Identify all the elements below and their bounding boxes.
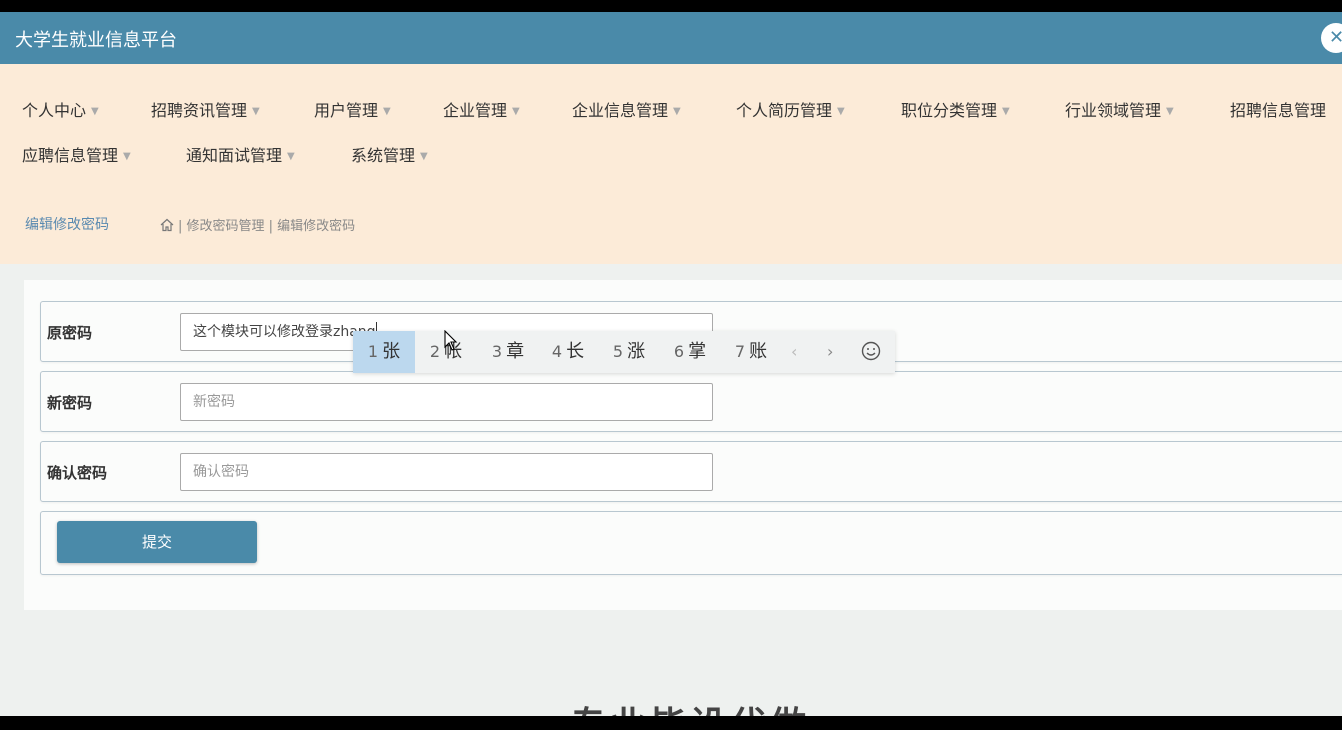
app-title: 大学生就业信息平台	[15, 30, 177, 51]
caret-down-icon: ▼	[91, 106, 99, 117]
ime-candidate-number: 4	[551, 342, 563, 361]
menu-label: 用户管理	[314, 101, 379, 120]
menu-item-job-category[interactable]: 职位分类管理 ▼	[901, 97, 1010, 121]
ime-candidate-number: 3	[491, 342, 503, 361]
caret-down-icon: ▼	[512, 106, 520, 117]
old-password-value: 这个模块可以修改登录zhang	[193, 324, 376, 340]
menu-label: 企业信息管理	[572, 101, 669, 120]
caret-down-icon: ▼	[287, 151, 295, 162]
caret-down-icon: ▼	[123, 151, 131, 162]
menu-item-application[interactable]: 应聘信息管理 ▼	[22, 142, 131, 166]
ime-next-button[interactable]: ›	[827, 331, 833, 373]
submit-row: 提交	[40, 511, 1342, 575]
menu-label: 系统管理	[351, 146, 416, 165]
caret-down-icon: ▼	[837, 106, 845, 117]
screen-top-border	[0, 0, 1342, 12]
home-icon[interactable]	[160, 218, 174, 236]
menu-item-personal-center[interactable]: 个人中心 ▼	[22, 97, 99, 121]
screen-bottom-border	[0, 716, 1342, 730]
menu-label: 招聘资讯管理	[151, 101, 248, 120]
menu-label: 个人简历管理	[736, 101, 833, 120]
menu-item-enterprise[interactable]: 企业管理 ▼	[443, 97, 520, 121]
confirm-password-label: 确认密码	[47, 464, 108, 482]
menu-item-industry[interactable]: 行业领域管理 ▼	[1065, 97, 1174, 121]
menu-item-users[interactable]: 用户管理 ▼	[314, 97, 391, 121]
ime-candidate-number: 1	[367, 342, 379, 361]
menu-item-recruit-news[interactable]: 招聘资讯管理 ▼	[151, 97, 260, 121]
new-password-input[interactable]: 新密码	[180, 383, 713, 421]
menu-item-recruit-info[interactable]: 招聘信息管理	[1230, 97, 1326, 121]
new-password-label: 新密码	[47, 394, 93, 412]
submit-button[interactable]: 提交	[57, 521, 257, 563]
ime-candidate-char: 章	[506, 341, 525, 362]
ime-candidate-char: 掌	[688, 341, 707, 362]
ime-candidate[interactable]: 1张	[353, 331, 415, 373]
menu-item-interview[interactable]: 通知面试管理 ▼	[186, 142, 295, 166]
ime-prev-button[interactable]: ‹	[791, 331, 797, 373]
caret-down-icon: ▼	[1002, 106, 1010, 117]
old-password-label: 原密码	[47, 324, 93, 342]
ime-candidate-number: 6	[673, 342, 685, 361]
ime-candidate-number: 2	[429, 342, 441, 361]
menu-label: 行业领域管理	[1065, 101, 1162, 120]
ime-candidate-bar: 1张 2帐 3章 4长 5涨 6掌 7账 ‹ ›	[353, 331, 895, 373]
menu-label: 个人中心	[22, 101, 87, 120]
smiley-icon[interactable]	[860, 340, 882, 366]
app-header: 大学生就业信息平台 ✕	[0, 12, 1342, 64]
ime-candidate-char: 涨	[627, 341, 646, 362]
breadcrumb-path[interactable]: | 修改密码管理 | 编辑修改密码	[178, 219, 355, 234]
menu-label: 应聘信息管理	[22, 146, 119, 165]
ime-candidate-char: 长	[566, 341, 585, 362]
ime-candidate[interactable]: 4长	[537, 331, 599, 373]
confirm-password-row: 确认密码 确认密码	[40, 441, 1342, 502]
breadcrumb: | 修改密码管理 | 编辑修改密码	[160, 215, 355, 236]
menu-item-enterprise-info[interactable]: 企业信息管理 ▼	[572, 97, 681, 121]
ime-candidate[interactable]: 5涨	[598, 331, 660, 373]
menu-item-system[interactable]: 系统管理 ▼	[351, 142, 428, 166]
ime-candidate[interactable]: 3章	[477, 331, 539, 373]
menu-label: 企业管理	[443, 101, 508, 120]
caret-down-icon: ▼	[673, 106, 681, 117]
ime-candidate-number: 5	[612, 342, 624, 361]
caret-down-icon: ▼	[383, 106, 391, 117]
menu-label: 招聘信息管理	[1230, 101, 1327, 120]
menu-item-resume[interactable]: 个人简历管理 ▼	[736, 97, 845, 121]
watermark-text: 专业毕设代做	[570, 696, 810, 716]
new-password-row: 新密码 新密码	[40, 371, 1342, 432]
ime-candidate[interactable]: 6掌	[659, 331, 721, 373]
ime-candidate[interactable]: 7账	[720, 331, 782, 373]
ime-candidate-char: 账	[749, 341, 768, 362]
caret-down-icon: ▼	[420, 151, 428, 162]
confirm-password-input[interactable]: 确认密码	[180, 453, 713, 491]
close-button[interactable]: ✕	[1321, 23, 1342, 53]
caret-down-icon: ▼	[252, 106, 260, 117]
caret-down-icon: ▼	[1166, 106, 1174, 117]
ime-candidate-char: 张	[382, 341, 401, 362]
menu-label: 通知面试管理	[186, 146, 283, 165]
mouse-cursor-icon	[444, 329, 458, 356]
menu-label: 职位分类管理	[901, 101, 998, 120]
ime-candidate-number: 7	[734, 342, 746, 361]
page-title: 编辑修改密码	[25, 217, 109, 233]
